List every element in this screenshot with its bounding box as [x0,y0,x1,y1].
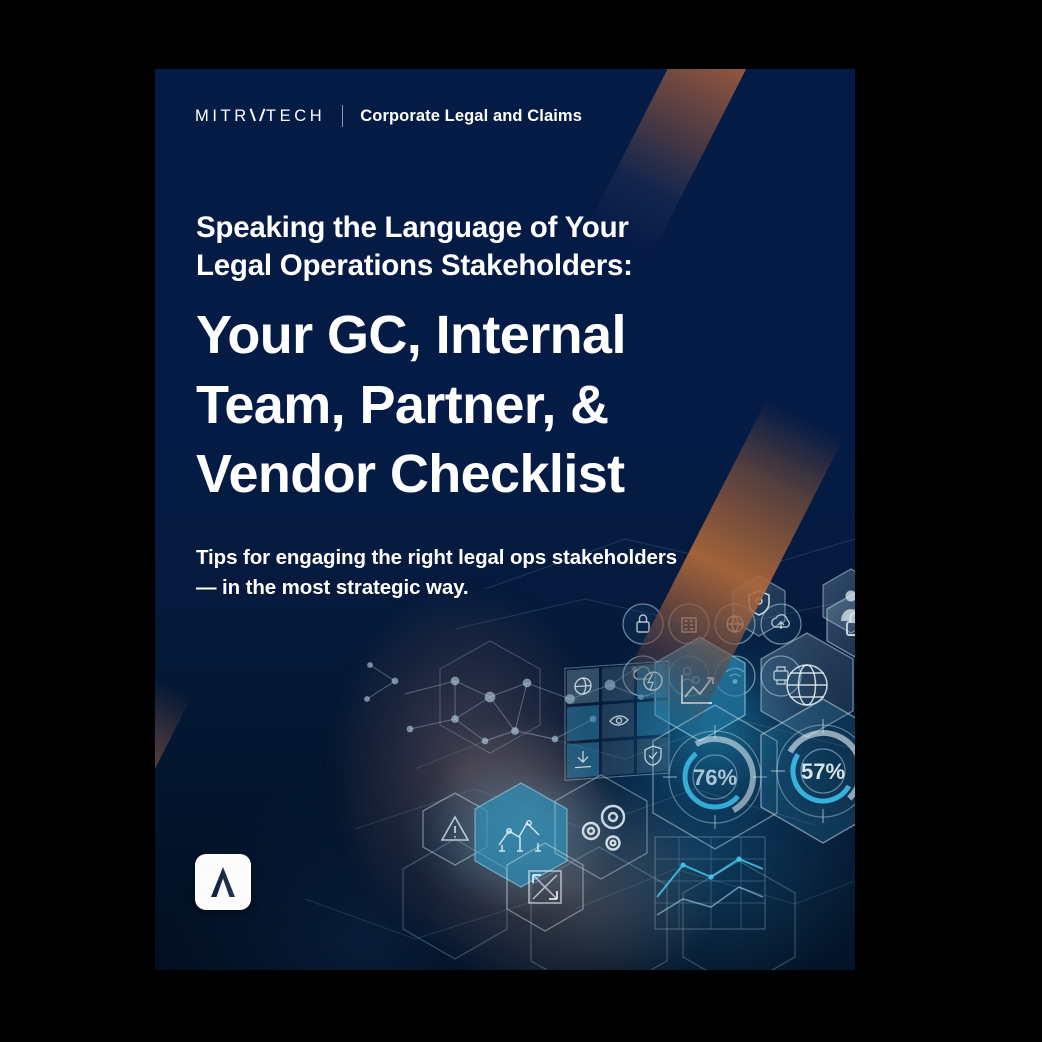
eyebrow-line-1: Speaking the Language of Your [196,211,629,244]
headline-line-3: Vendor Checklist [196,444,625,505]
lightning-tile-icon [637,663,669,700]
holographic-graphic: 76% 57% [304,538,855,970]
lower-hex-row [422,774,648,932]
cover-subhead: Tips for engaging the right legal ops st… [196,543,776,602]
lambda-chevron-icon [211,867,235,897]
cover-eyebrow: Speaking the Language of Your Legal Oper… [196,209,796,286]
mitratech-wordmark: MITR TECH [195,107,325,126]
vertical-divider [342,105,344,127]
headline-line-1: Your GC, Internal [196,305,626,365]
subhead-line-1: Tips for engaging the right legal ops st… [196,546,678,569]
lambda-a-icon [252,108,263,121]
ebook-cover-page: 76% 57% MITR TECH Corporate Legal and Cl… [155,69,855,970]
cover-headline: Your GC, Internal Team, Partner, & Vendo… [196,301,816,510]
brand-lockup: MITR TECH Corporate Legal and Claims [195,105,582,127]
line-chart-panel [654,836,766,930]
wordmark-part-2: TECH [265,106,326,125]
gauge-57-label: 57% [801,759,845,784]
eyebrow-line-2: Legal Operations Stakeholders: [196,249,633,283]
eye-tile-icon [602,702,634,739]
gauge-76-label: 76% [693,765,737,790]
network-nodes-hex-icon [364,640,644,754]
mitratech-mark-badge [195,854,251,910]
screenshot-canvas: 76% 57% MITR TECH Corporate Legal and Cl… [0,0,1042,1042]
subhead-line-2: — in the most strategic way. [196,575,469,599]
product-name: Corporate Legal and Claims [360,106,582,125]
gauge-76: 76% [663,725,767,829]
wordmark-part-1: MITR [195,106,250,125]
headline-line-2: Team, Partner, & [196,374,609,435]
